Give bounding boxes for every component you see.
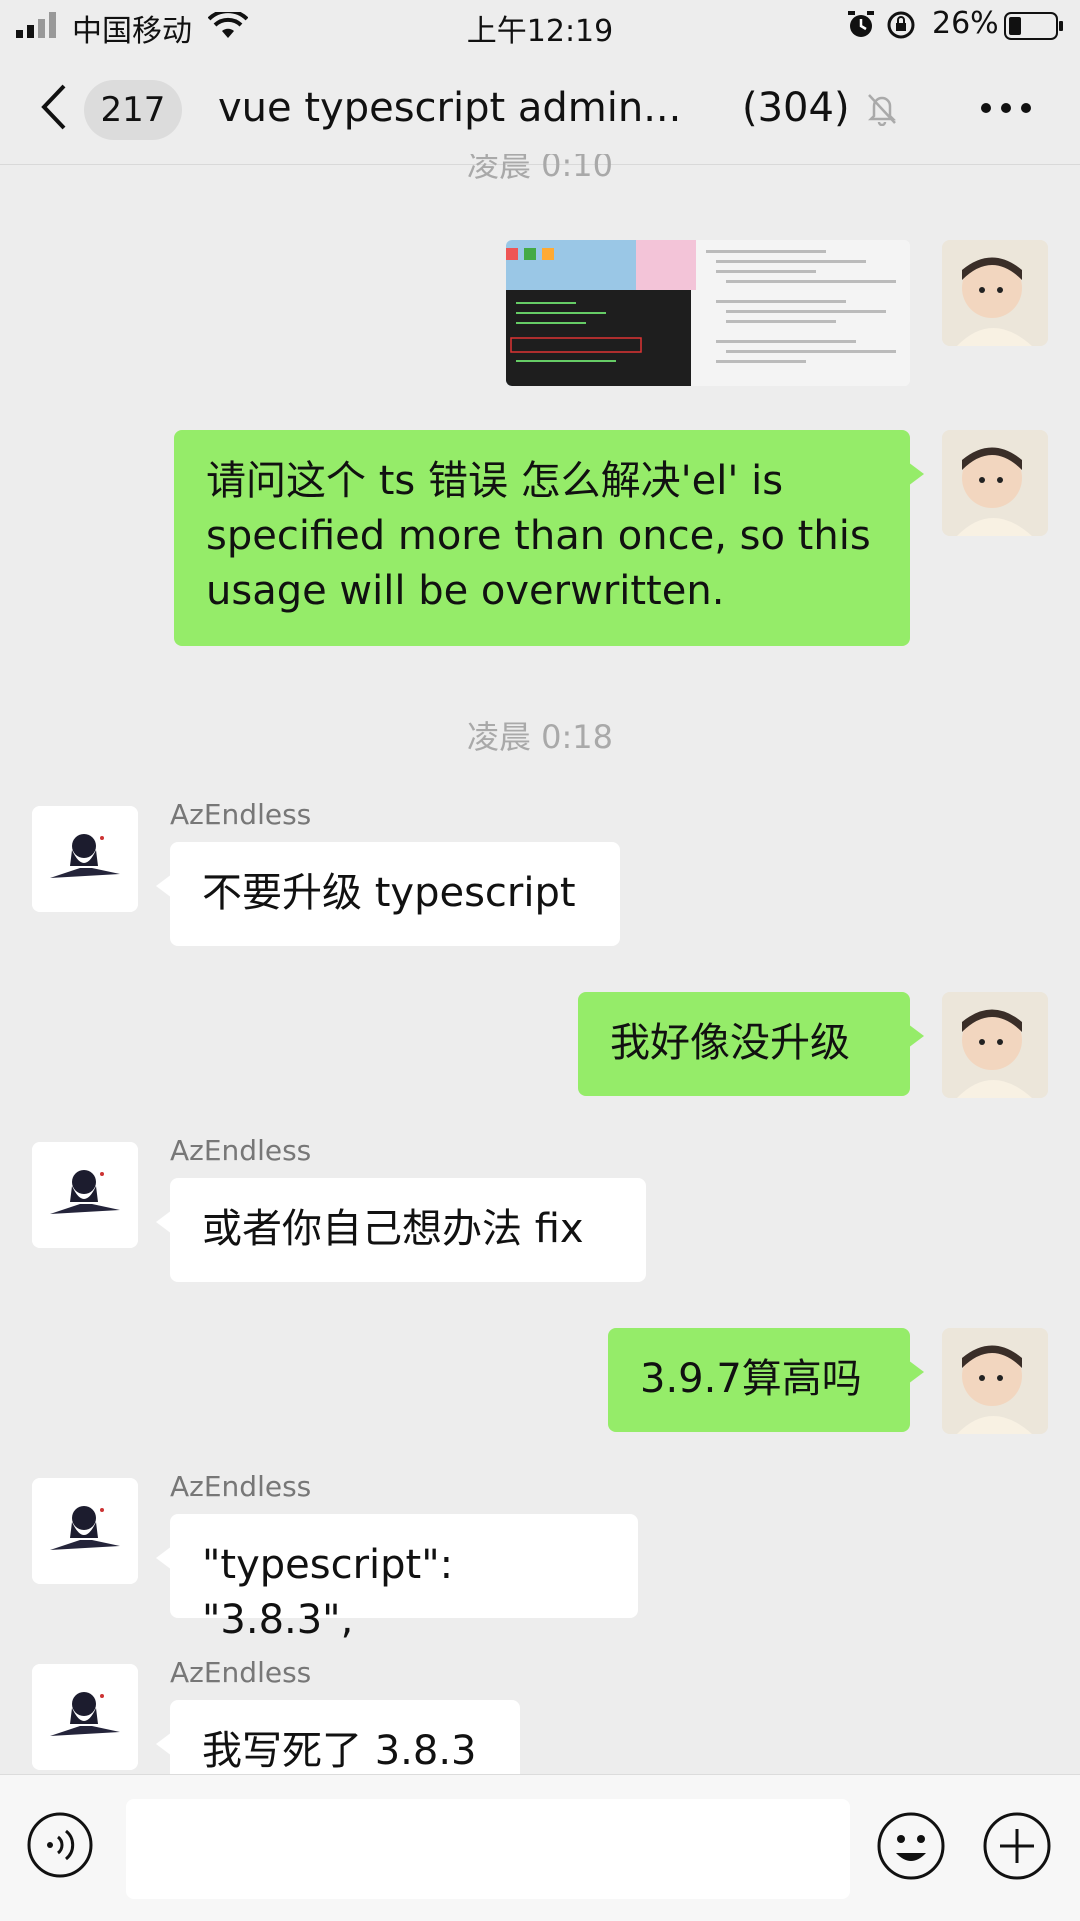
avatar[interactable]: [942, 240, 1048, 346]
message-text: 我好像没升级: [610, 1020, 850, 1066]
alarm-icon: [848, 11, 874, 37]
message-bubble-outgoing[interactable]: 我好像没升级: [578, 992, 924, 1096]
timestamp: 凌晨 0:18: [466, 718, 614, 756]
message-bubble-incoming[interactable]: 或者你自己想办法 fix: [156, 1178, 646, 1282]
mute-icon: [867, 94, 897, 126]
avatar[interactable]: [942, 1328, 1048, 1434]
message-bubble-outgoing[interactable]: 3.9.7算高吗: [608, 1328, 924, 1432]
message-bubble-incoming[interactable]: 不要升级 typescript: [156, 842, 620, 946]
sender-name: AzEndless: [170, 1470, 312, 1503]
unread-count-badge[interactable]: 217: [84, 80, 182, 140]
member-count: (304): [742, 85, 850, 131]
emoji-icon[interactable]: [876, 1811, 946, 1881]
avatar[interactable]: [942, 992, 1048, 1098]
message-text: "typescript": "3.8.3",: [202, 1542, 454, 1643]
image-message[interactable]: [506, 240, 910, 386]
message-text: 请问这个 ts 错误 怎么解决'el' is: [206, 458, 784, 504]
status-bar: 中国移动 上午12:19 26%: [0, 0, 1080, 52]
message-text: usage will be overwritten.: [206, 568, 725, 614]
rotation-lock-icon: [887, 11, 915, 39]
message-bubble-incoming[interactable]: "typescript": "3.8.3",: [156, 1514, 638, 1643]
battery-icon: [1004, 12, 1063, 40]
message-text: 我写死了 3.8.3: [202, 1728, 477, 1774]
message-input[interactable]: [126, 1799, 850, 1899]
back-icon[interactable]: [34, 82, 74, 132]
clock: 上午12:19: [466, 14, 614, 49]
sender-name: AzEndless: [170, 1656, 312, 1689]
avatar[interactable]: [32, 1478, 138, 1584]
input-bar: [0, 1774, 1080, 1921]
message-text: 或者你自己想办法 fix: [202, 1206, 584, 1252]
message-text: specified more than once, so this: [206, 513, 871, 559]
sender-name: AzEndless: [170, 798, 312, 831]
battery-percent: 26%: [932, 6, 999, 41]
plus-icon[interactable]: [982, 1811, 1052, 1881]
avatar[interactable]: [32, 806, 138, 912]
voice-icon[interactable]: [26, 1811, 94, 1879]
avatar[interactable]: [32, 1664, 138, 1770]
message-text: 不要升级 typescript: [202, 870, 576, 916]
timestamp: 凌晨 0:10: [466, 154, 614, 184]
chat-header: 217 vue typescript admin... (304): [0, 52, 1080, 165]
message-text: 3.9.7算高吗: [640, 1356, 862, 1402]
avatar[interactable]: [32, 1142, 138, 1248]
avatar[interactable]: [942, 430, 1048, 536]
chat-title: vue typescript admin...: [218, 85, 682, 131]
message-bubble-outgoing[interactable]: 请问这个 ts 错误 怎么解决'el' is specified more th…: [174, 430, 924, 646]
sender-name: AzEndless: [170, 1134, 312, 1167]
more-icon[interactable]: [978, 100, 1034, 116]
